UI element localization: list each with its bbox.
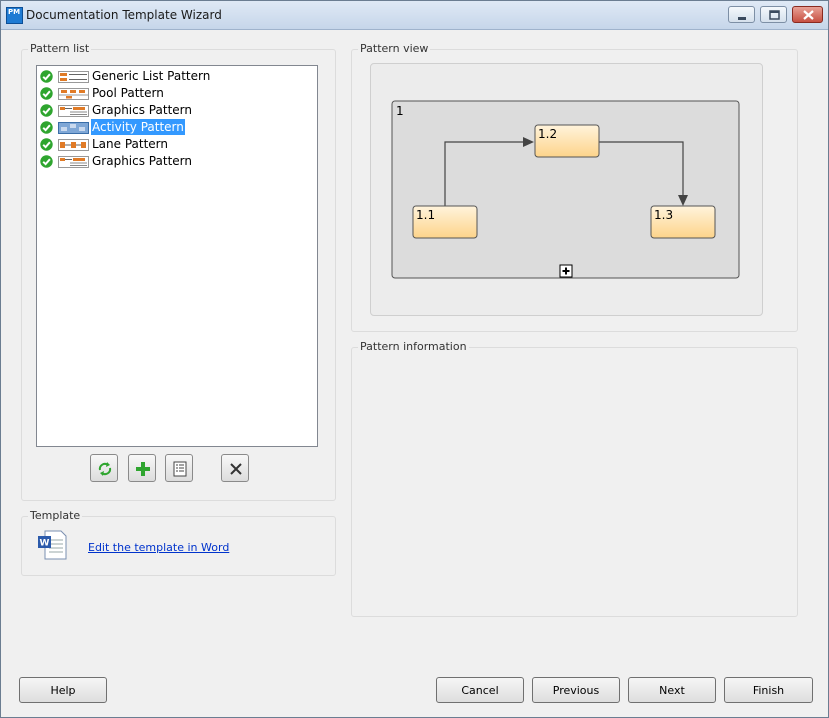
list-item-label: Generic List Pattern <box>92 69 211 83</box>
pattern-listbox[interactable]: Generic List Pattern Pool Pattern Graphi… <box>36 65 318 447</box>
node-label: 1.2 <box>538 127 557 141</box>
pool-pattern-icon <box>58 88 89 100</box>
wizard-window: PM Documentation Template Wizard Pattern… <box>0 0 829 718</box>
graphics-pattern-icon <box>58 156 89 168</box>
close-button[interactable] <box>792 6 823 23</box>
next-button[interactable]: Next <box>628 677 716 703</box>
delete-button[interactable] <box>221 454 249 482</box>
pattern-view-label: Pattern view <box>358 42 431 55</box>
cancel-button[interactable]: Cancel <box>436 677 524 703</box>
pattern-preview: 1 1.1 1.2 1.3 <box>370 63 763 316</box>
plus-box-icon <box>559 264 573 278</box>
previous-button[interactable]: Previous <box>532 677 620 703</box>
edit-template-link[interactable]: Edit the template in Word <box>88 541 229 554</box>
svg-text:W: W <box>40 539 50 549</box>
finish-button[interactable]: Finish <box>724 677 813 703</box>
lane-pattern-icon <box>58 139 89 151</box>
help-button[interactable]: Help <box>19 677 107 703</box>
properties-icon <box>173 461 187 477</box>
activity-pattern-icon <box>58 122 89 134</box>
check-icon <box>40 121 53 134</box>
title-bar[interactable]: PM Documentation Template Wizard <box>1 1 828 30</box>
maximize-icon <box>769 10 780 20</box>
node-label: 1.1 <box>416 208 435 222</box>
add-button[interactable] <box>128 454 156 482</box>
minimize-button[interactable] <box>728 6 755 23</box>
check-icon <box>40 138 53 151</box>
pattern-information-group: Pattern information <box>351 340 798 617</box>
pattern-list-label: Pattern list <box>28 42 92 55</box>
app-icon-text: PM <box>8 8 21 16</box>
word-document-icon: W <box>38 530 67 560</box>
refresh-button[interactable] <box>90 454 118 482</box>
node-label: 1.3 <box>654 208 673 222</box>
activity-diagram: 1 1.1 1.2 1.3 <box>391 100 740 279</box>
app-icon: PM <box>6 7 23 24</box>
generic-list-pattern-icon <box>58 71 89 83</box>
maximize-button[interactable] <box>760 6 787 23</box>
check-icon <box>40 87 53 100</box>
close-icon <box>803 10 814 20</box>
delete-icon <box>230 463 242 475</box>
graphics-pattern-icon <box>58 105 89 117</box>
pattern-information-label: Pattern information <box>358 340 469 353</box>
check-icon <box>40 155 53 168</box>
list-item-label: Graphics Pattern <box>92 154 192 168</box>
minimize-icon <box>738 17 746 20</box>
refresh-icon <box>98 462 112 476</box>
list-item-label: Pool Pattern <box>92 86 164 100</box>
properties-button[interactable] <box>165 454 193 482</box>
list-item-label: Graphics Pattern <box>92 103 192 117</box>
check-icon <box>40 70 53 83</box>
check-icon <box>40 104 53 117</box>
window-title: Documentation Template Wizard <box>26 8 222 22</box>
template-label: Template <box>28 509 83 522</box>
list-item-label: Lane Pattern <box>92 137 169 151</box>
add-icon <box>136 462 150 476</box>
list-item-label: Activity Pattern <box>91 119 185 135</box>
container-label: 1 <box>396 104 404 118</box>
